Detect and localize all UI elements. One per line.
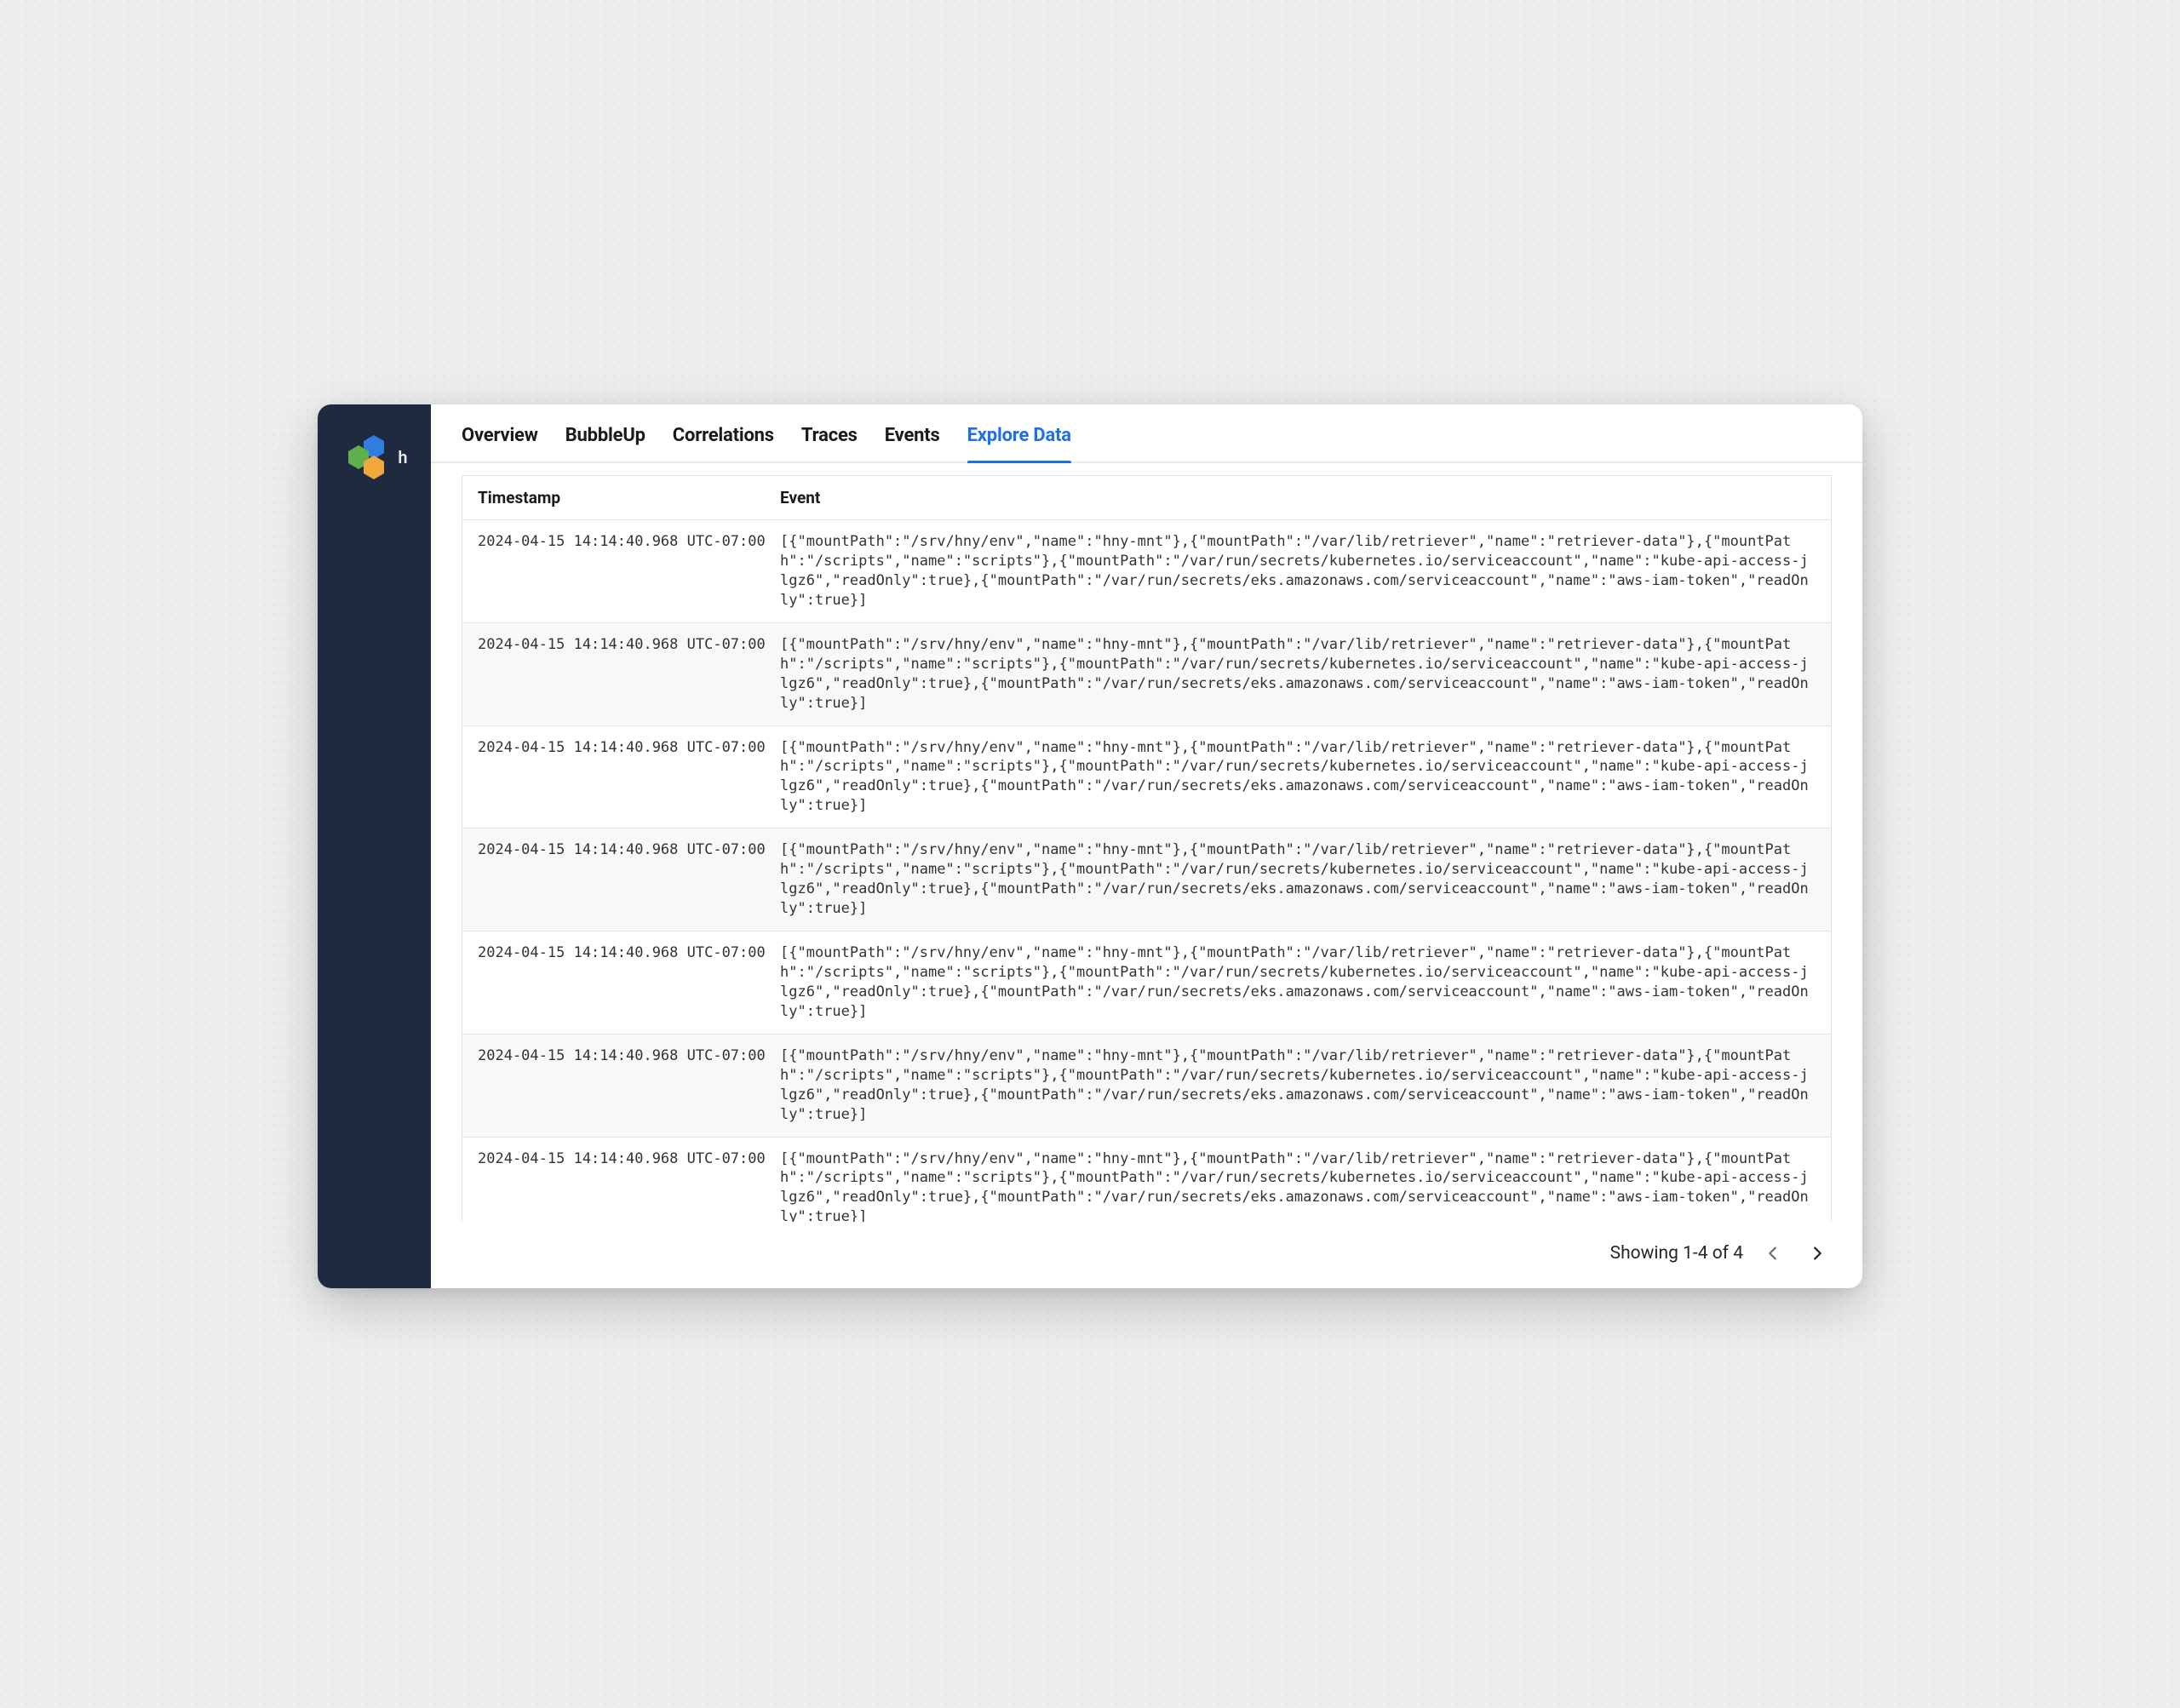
cell-event: [{"mountPath":"/srv/hny/env","name":"hny… (765, 931, 1831, 1035)
tab-bubbleup[interactable]: BubbleUp (565, 425, 645, 461)
logo: h (345, 435, 404, 483)
pagination-prev-button[interactable] (1758, 1239, 1787, 1268)
pagination-status: Showing 1-4 of 4 (1610, 1243, 1743, 1264)
column-header-timestamp[interactable]: Timestamp (462, 476, 765, 520)
cell-event: [{"mountPath":"/srv/hny/env","name":"hny… (765, 1137, 1831, 1222)
tabs-nav: Overview BubbleUp Correlations Traces Ev… (431, 404, 1862, 463)
tab-explore-data[interactable]: Explore Data (967, 425, 1071, 461)
cell-timestamp: 2024-04-15 14:14:40.968 UTC-07:00 (462, 622, 765, 725)
tab-overview[interactable]: Overview (462, 425, 538, 461)
cell-event: [{"mountPath":"/srv/hny/env","name":"hny… (765, 1034, 1831, 1137)
table-row[interactable]: 2024-04-15 14:14:40.968 UTC-07:00 [{"mou… (462, 828, 1831, 931)
events-table: Timestamp Event 2024-04-15 14:14:40.968 … (462, 476, 1831, 1222)
cell-timestamp: 2024-04-15 14:14:40.968 UTC-07:00 (462, 1034, 765, 1137)
column-header-event[interactable]: Event (765, 476, 1831, 520)
table-row[interactable]: 2024-04-15 14:14:40.968 UTC-07:00 [{"mou… (462, 1137, 1831, 1222)
cell-event: [{"mountPath":"/srv/hny/env","name":"hny… (765, 828, 1831, 931)
sidebar: h (318, 404, 431, 1288)
cell-timestamp: 2024-04-15 14:14:40.968 UTC-07:00 (462, 1137, 765, 1222)
app-window: h Overview BubbleUp Correlations Traces … (318, 404, 1862, 1288)
tab-correlations[interactable]: Correlations (673, 425, 774, 461)
hexagon-icon (364, 456, 384, 479)
table-row[interactable]: 2024-04-15 14:14:40.968 UTC-07:00 [{"mou… (462, 725, 1831, 828)
table-row[interactable]: 2024-04-15 14:14:40.968 UTC-07:00 [{"mou… (462, 520, 1831, 623)
cell-event: [{"mountPath":"/srv/hny/env","name":"hny… (765, 725, 1831, 828)
table-row[interactable]: 2024-04-15 14:14:40.968 UTC-07:00 [{"mou… (462, 931, 1831, 1035)
cell-event: [{"mountPath":"/srv/hny/env","name":"hny… (765, 520, 1831, 623)
table-row[interactable]: 2024-04-15 14:14:40.968 UTC-07:00 [{"mou… (462, 622, 1831, 725)
cell-event: [{"mountPath":"/srv/hny/env","name":"hny… (765, 622, 1831, 725)
cell-timestamp: 2024-04-15 14:14:40.968 UTC-07:00 (462, 520, 765, 623)
tab-events[interactable]: Events (885, 425, 940, 461)
table-row[interactable]: 2024-04-15 14:14:40.968 UTC-07:00 [{"mou… (462, 1034, 1831, 1137)
cell-timestamp: 2024-04-15 14:14:40.968 UTC-07:00 (462, 725, 765, 828)
pagination: Showing 1-4 of 4 (431, 1222, 1862, 1288)
pagination-next-button[interactable] (1803, 1239, 1832, 1268)
main-content: Overview BubbleUp Correlations Traces Ev… (431, 404, 1862, 1288)
cell-timestamp: 2024-04-15 14:14:40.968 UTC-07:00 (462, 931, 765, 1035)
events-table-container: Timestamp Event 2024-04-15 14:14:40.968 … (462, 475, 1832, 1222)
chevron-left-icon (1764, 1244, 1782, 1263)
tab-traces[interactable]: Traces (801, 425, 858, 461)
logo-letter: h (398, 447, 407, 467)
cell-timestamp: 2024-04-15 14:14:40.968 UTC-07:00 (462, 828, 765, 931)
chevron-right-icon (1808, 1244, 1827, 1263)
